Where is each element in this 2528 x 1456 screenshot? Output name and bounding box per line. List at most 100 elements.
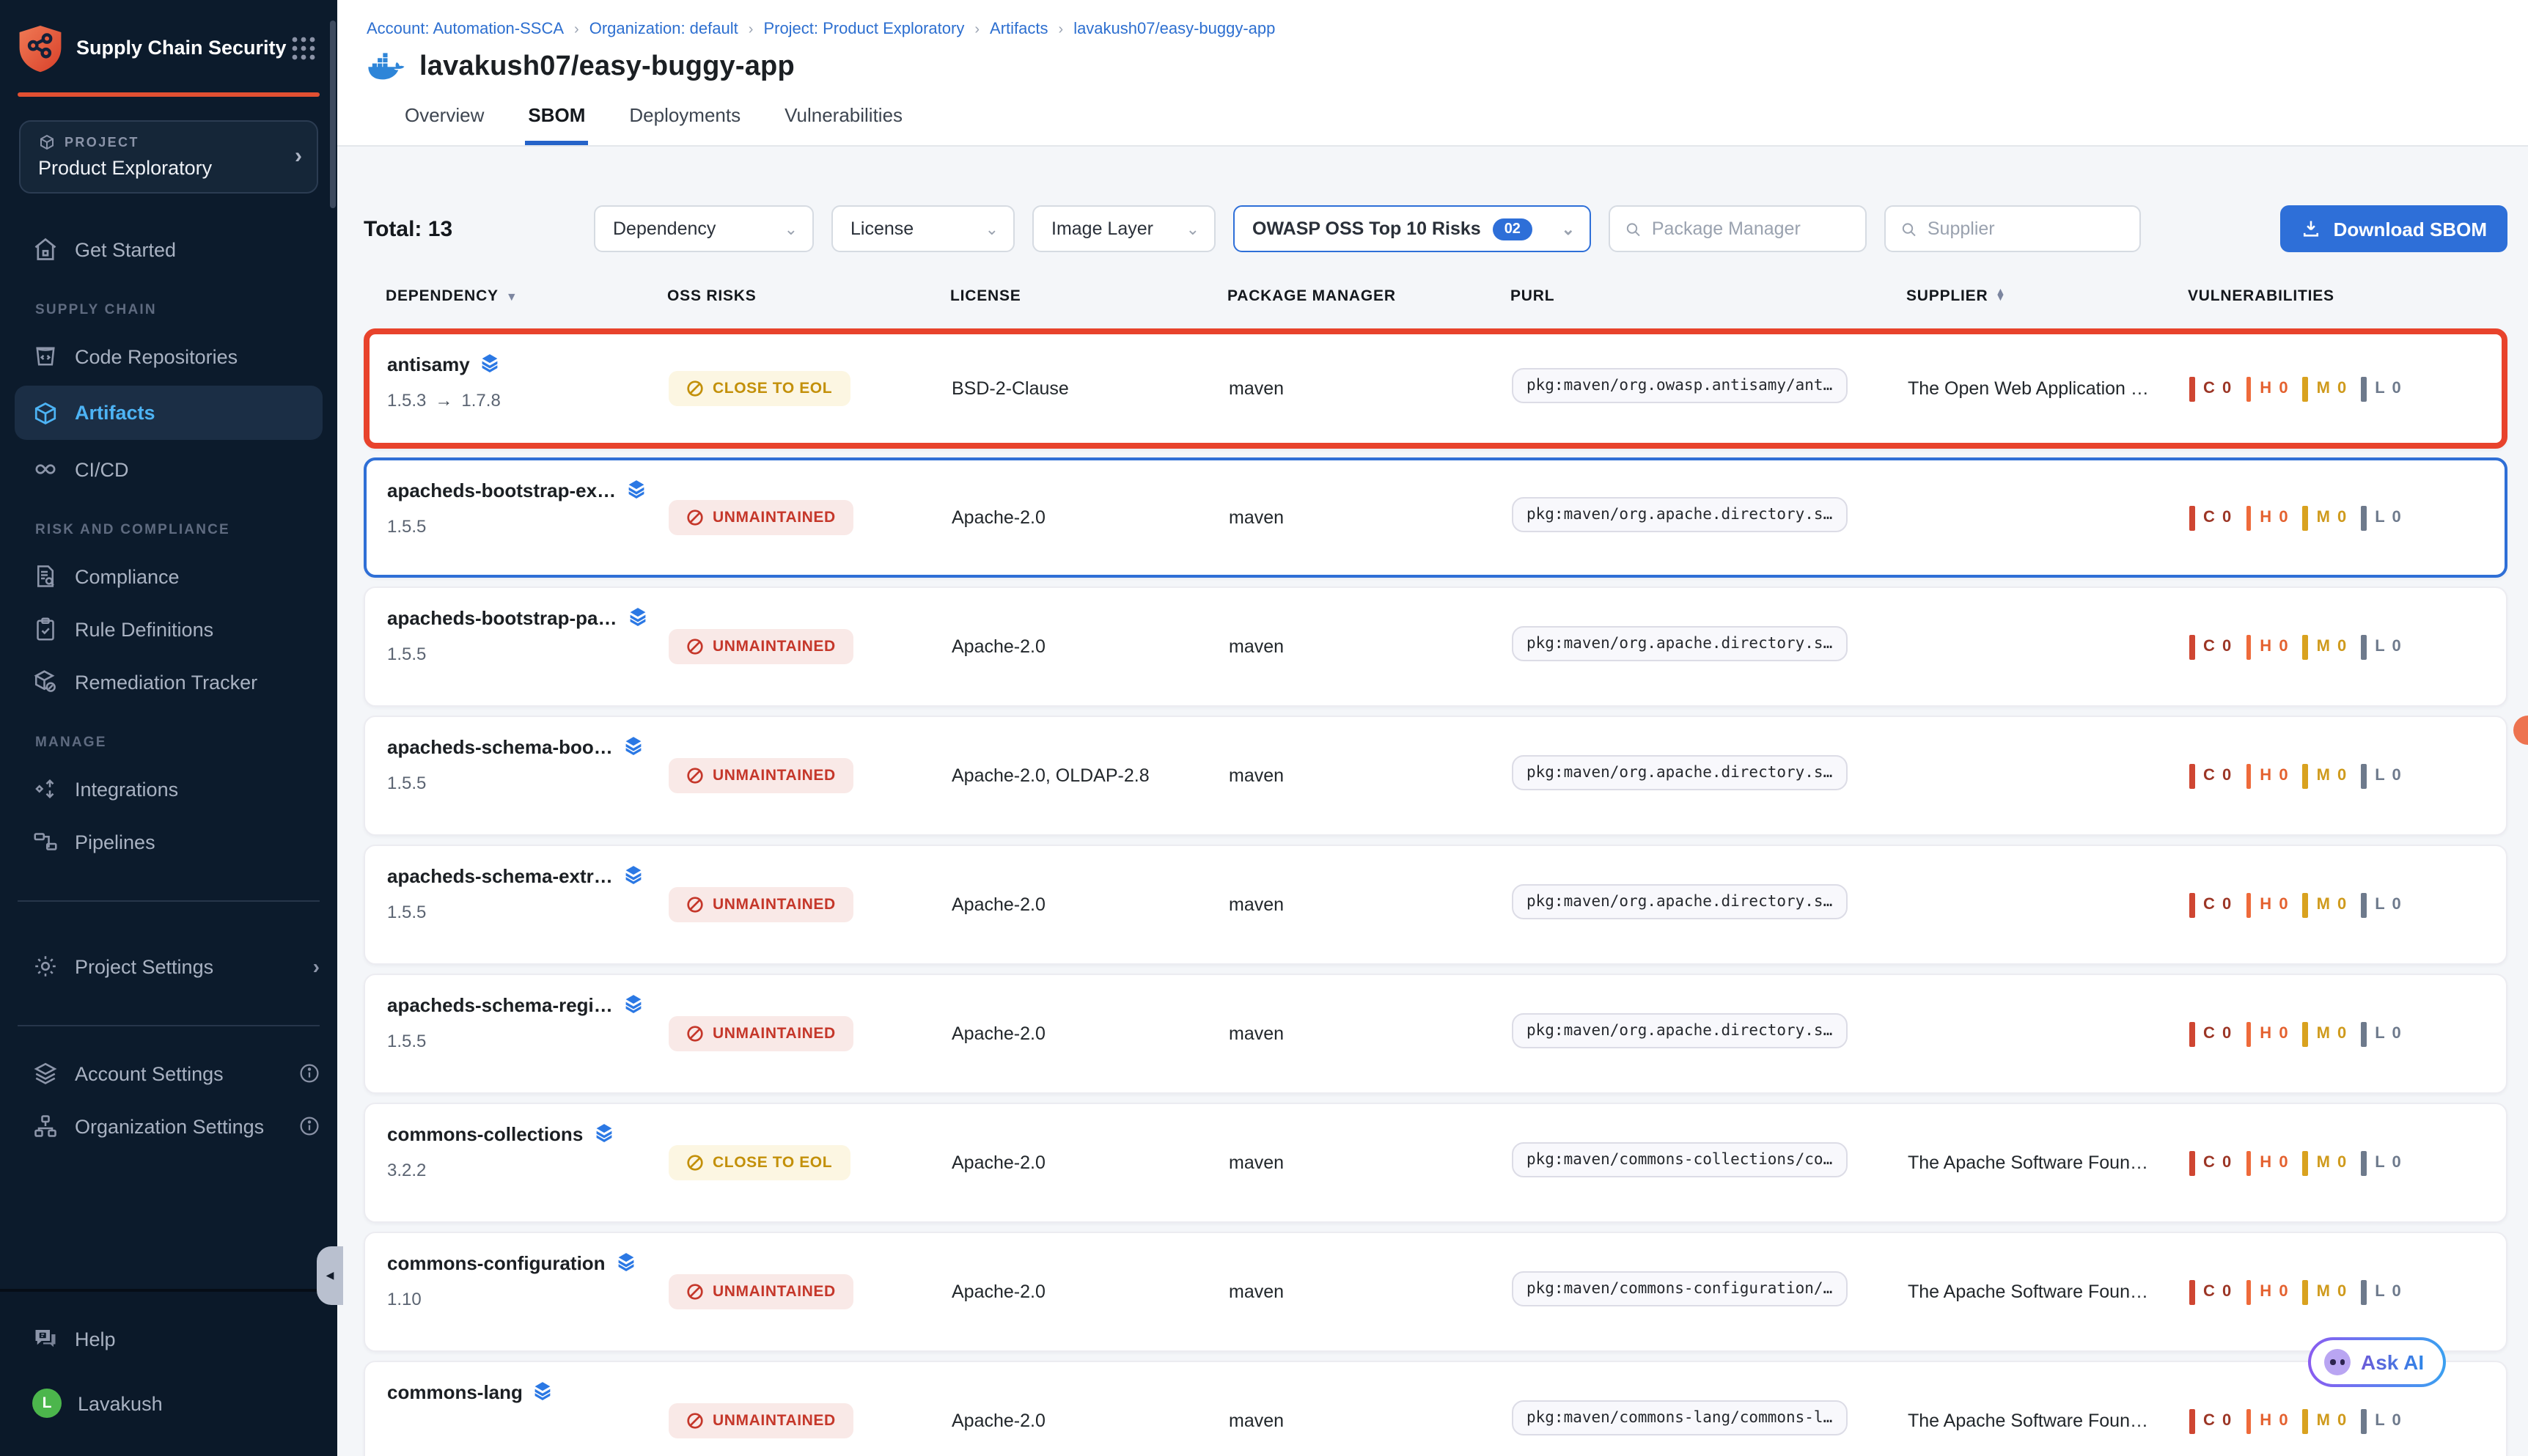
severity-critical: C 0 — [2189, 892, 2233, 917]
tab-overview[interactable]: Overview — [402, 104, 487, 145]
sidebar-section-supply-chain: SUPPLY CHAIN — [0, 302, 337, 318]
oss-risk-cell: CLOSE TO EOL — [669, 1145, 952, 1180]
dependency-name: apacheds-bootstrap-pa… — [387, 607, 617, 629]
home-icon — [32, 236, 59, 262]
table-row[interactable]: apacheds-bootstrap-pa… 1.5.5 — [364, 587, 2507, 707]
purl-value[interactable]: pkg:maven/org.apache.directory.s… — [1512, 1012, 1847, 1048]
purl-cell: pkg:maven/org.apache.directory.s… — [1512, 625, 1908, 668]
layers-icon[interactable] — [593, 1123, 614, 1145]
breadcrumb: Account: Automation-SSCA › Organization:… — [367, 21, 2528, 38]
sidebar-item-label: Integrations — [75, 778, 178, 800]
sidebar-item-project-settings[interactable]: Project Settings › — [0, 940, 337, 993]
chevron-right-icon: › — [313, 955, 320, 978]
table-row[interactable]: commons-lang — [364, 1361, 2507, 1456]
package-manager-cell: maven — [1229, 1282, 1512, 1302]
version-arrow-icon: → — [435, 390, 452, 411]
sidebar-item-compliance[interactable]: Compliance — [0, 550, 337, 603]
oss-risk-badge: CLOSE TO EOL — [669, 1145, 850, 1180]
sidebar-collapse-handle[interactable]: ◀ — [317, 1246, 343, 1305]
sidebar-item-cicd[interactable]: CI/CD — [0, 443, 337, 496]
sidebar-item-label: Code Repositories — [75, 345, 238, 367]
vulnerabilities-cell: C 0 H 0 M 0 L 0 — [2189, 763, 2506, 788]
purl-value[interactable]: pkg:maven/org.apache.directory.s… — [1512, 625, 1847, 661]
tab-sbom[interactable]: SBOM — [525, 104, 588, 145]
supplier-search-input[interactable] — [1928, 218, 2125, 239]
download-sbom-button[interactable]: Download SBOM — [2281, 205, 2507, 252]
sidebar-user-menu[interactable]: L Lavakush — [0, 1377, 337, 1430]
dropdown-label: License — [850, 218, 914, 239]
dependency-filter-dropdown[interactable]: Dependency ⌄ — [594, 205, 814, 252]
sidebar-item-account-settings[interactable]: Account Settings — [0, 1047, 337, 1100]
tab-deployments[interactable]: Deployments — [626, 104, 743, 145]
breadcrumb-artifacts[interactable]: Artifacts — [990, 21, 1048, 38]
layers-icon[interactable] — [623, 865, 644, 887]
dependency-name: apacheds-schema-regi… — [387, 994, 613, 1016]
oss-risk-cell: UNMAINTAINED — [669, 1274, 952, 1309]
layers-icon[interactable] — [623, 736, 644, 758]
license-cell: Apache-2.0 — [952, 894, 1229, 915]
table-row[interactable]: apacheds-schema-regi… 1.5.5 — [364, 974, 2507, 1094]
layers-icon[interactable] — [626, 479, 647, 501]
license-filter-dropdown[interactable]: License ⌄ — [831, 205, 1015, 252]
risk-slash-circle-icon — [686, 896, 704, 913]
risk-slash-circle-icon — [686, 1283, 704, 1301]
layers-icon[interactable] — [616, 1252, 636, 1274]
breadcrumb-account[interactable]: Account: Automation-SSCA — [367, 21, 564, 38]
table-row[interactable]: commons-collections 3.2.2 — [364, 1103, 2507, 1223]
risk-slash-circle-icon — [686, 1025, 704, 1043]
sidebar-footer: Help L Lavakush — [0, 1289, 337, 1456]
tab-vulnerabilities[interactable]: Vulnerabilities — [782, 104, 905, 145]
layers-icon[interactable] — [628, 607, 648, 629]
sidebar-scrollbar-thumb[interactable] — [330, 21, 336, 208]
ask-ai-button[interactable]: Ask AI — [2308, 1337, 2446, 1387]
table-row[interactable]: apacheds-schema-extr… 1.5.5 — [364, 845, 2507, 965]
sidebar-item-code-repositories[interactable]: Code Repositories — [0, 330, 337, 383]
sidebar-item-help[interactable]: Help — [0, 1312, 337, 1365]
sidebar-item-organization-settings[interactable]: Organization Settings — [0, 1100, 337, 1152]
table-row[interactable]: apacheds-bootstrap-ex… 1.5.5 — [364, 457, 2507, 578]
sidebar-item-get-started[interactable]: Get Started — [0, 223, 337, 276]
layers-icon[interactable] — [533, 1381, 554, 1403]
column-header-dependency[interactable]: DEPENDENCY ▼ — [386, 287, 667, 305]
layers-icon[interactable] — [480, 353, 501, 375]
purl-value[interactable]: pkg:maven/commons-collections/co… — [1512, 1141, 1847, 1177]
project-selector[interactable]: PROJECT Product Exploratory › — [19, 120, 318, 194]
severity-high: H 0 — [2246, 1150, 2289, 1175]
sidebar-item-rule-definitions[interactable]: Rule Definitions — [0, 603, 337, 655]
dependency-name: commons-collections — [387, 1123, 583, 1145]
sidebar-item-remediation-tracker[interactable]: Remediation Tracker — [0, 655, 337, 708]
column-header-purl: PURL — [1510, 287, 1906, 305]
severity-low: L 0 — [2361, 763, 2402, 788]
supply-chain-security-logo-icon — [18, 23, 63, 73]
sidebar-item-integrations[interactable]: Integrations — [0, 762, 337, 815]
breadcrumb-project[interactable]: Project: Product Exploratory — [763, 21, 964, 38]
table-row[interactable]: antisamy 1.5.3 → 1.7.8 — [364, 328, 2507, 449]
purl-value[interactable]: pkg:maven/org.apache.directory.s… — [1512, 883, 1847, 919]
table-row[interactable]: apacheds-schema-boo… 1.5.5 — [364, 716, 2507, 836]
purl-value[interactable]: pkg:maven/commons-configuration/… — [1512, 1271, 1847, 1306]
purl-value[interactable]: pkg:maven/org.owasp.antisamy/ant… — [1512, 367, 1847, 402]
package-manager-search — [1609, 205, 1867, 252]
package-manager-search-input[interactable] — [1652, 218, 1851, 239]
ai-robot-icon — [2324, 1349, 2351, 1375]
sidebar-item-pipelines[interactable]: Pipelines — [0, 815, 337, 868]
dropdown-label: Image Layer — [1051, 218, 1153, 239]
sbom-table: antisamy 1.5.3 → 1.7.8 — [364, 328, 2507, 1456]
column-header-supplier[interactable]: SUPPLIER ▲▼ — [1906, 287, 2188, 305]
image-layer-filter-dropdown[interactable]: Image Layer ⌄ — [1032, 205, 1216, 252]
module-grid-icon[interactable] — [290, 35, 317, 62]
severity-high: H 0 — [2246, 634, 2289, 659]
severity-medium: M 0 — [2303, 1150, 2348, 1175]
breadcrumb-organization[interactable]: Organization: default — [589, 21, 738, 38]
owasp-risks-filter-dropdown[interactable]: OWASP OSS Top 10 Risks 02 ⌄ — [1233, 205, 1591, 252]
layers-icon[interactable] — [623, 994, 644, 1016]
table-row[interactable]: commons-configuration 1.10 — [364, 1232, 2507, 1352]
purl-value[interactable]: pkg:maven/org.apache.directory.s… — [1512, 754, 1847, 790]
purl-value[interactable]: pkg:maven/commons-lang/commons-l… — [1512, 1400, 1847, 1435]
purl-value[interactable]: pkg:maven/org.apache.directory.s… — [1512, 496, 1847, 532]
breadcrumb-current[interactable]: lavakush07/easy-buggy-app — [1073, 21, 1275, 38]
app-title: Supply Chain Security — [76, 37, 290, 59]
severity-medium: M 0 — [2303, 505, 2348, 530]
severity-low: L 0 — [2361, 1279, 2402, 1304]
sidebar-item-artifacts[interactable]: Artifacts — [15, 386, 323, 440]
